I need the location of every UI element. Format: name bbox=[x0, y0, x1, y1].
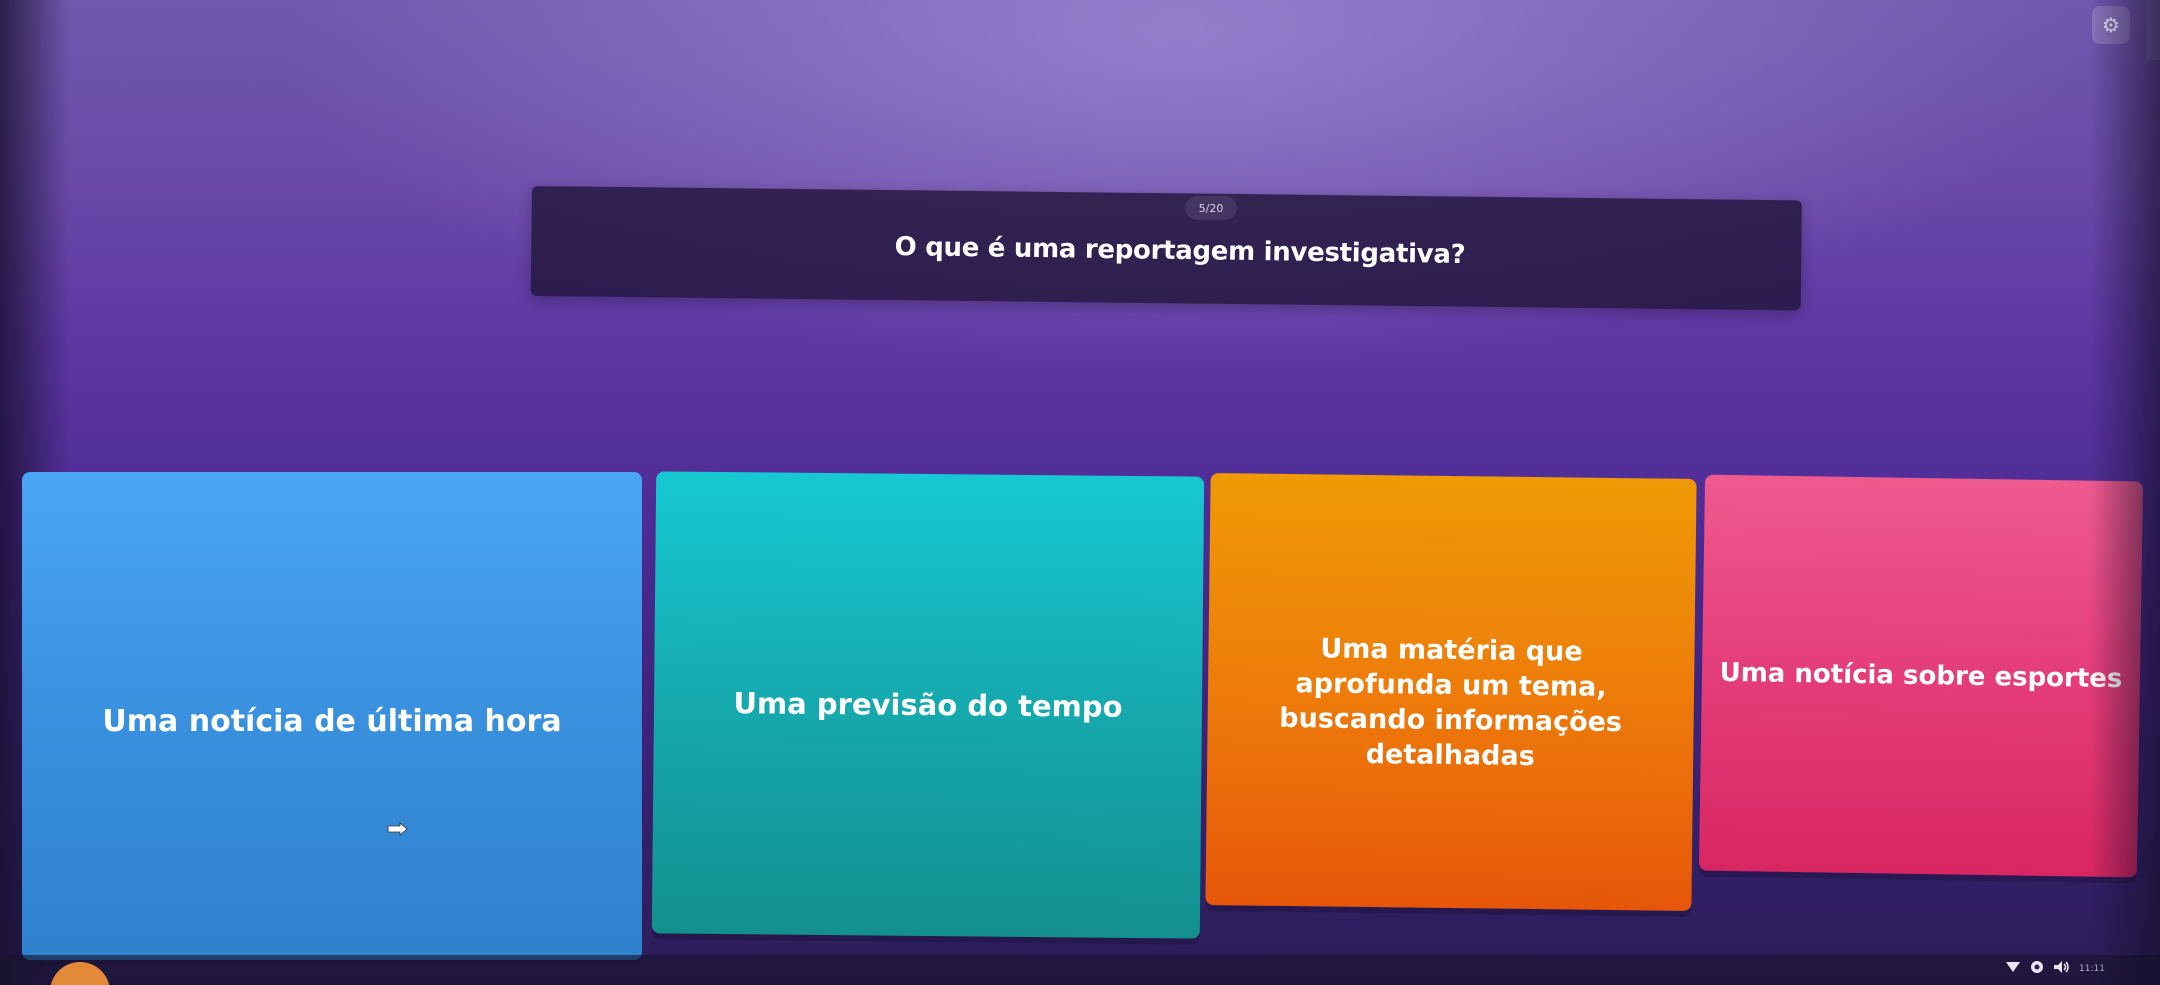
settings-button[interactable]: ⚙ bbox=[2092, 6, 2130, 44]
wifi-icon bbox=[2005, 960, 2021, 978]
volume-icon bbox=[2053, 960, 2071, 978]
taskbar bbox=[0, 955, 2160, 985]
answer-option-label: Uma notícia sobre esportes bbox=[1719, 657, 2123, 695]
network-icon bbox=[2029, 959, 2045, 979]
answer-option-4[interactable]: Uma notícia sobre esportes bbox=[1698, 474, 2144, 878]
answer-option-2[interactable]: Uma previsão do tempo bbox=[651, 471, 1205, 939]
answer-option-label: Uma previsão do tempo bbox=[733, 686, 1123, 724]
answer-option-label: Uma notícia de última hora bbox=[102, 703, 562, 739]
system-tray[interactable]: 11:11 bbox=[2005, 958, 2105, 980]
question-counter: 5/20 bbox=[1185, 196, 1237, 220]
answer-option-label: Uma matéria que aprofunda um tema, busca… bbox=[1279, 633, 1623, 773]
clock: 11:11 bbox=[2079, 964, 2105, 974]
mouse-cursor-icon bbox=[386, 822, 408, 836]
window-edge bbox=[2146, 0, 2160, 60]
gear-icon: ⚙ bbox=[2102, 13, 2120, 37]
quiz-screen: ⚙ 5/20 O que é uma reportagem investigat… bbox=[0, 0, 2160, 985]
answer-option-3[interactable]: Uma matéria que aprofunda um tema, busca… bbox=[1205, 473, 1697, 911]
answer-option-1[interactable]: Uma notícia de última hora bbox=[22, 472, 642, 960]
